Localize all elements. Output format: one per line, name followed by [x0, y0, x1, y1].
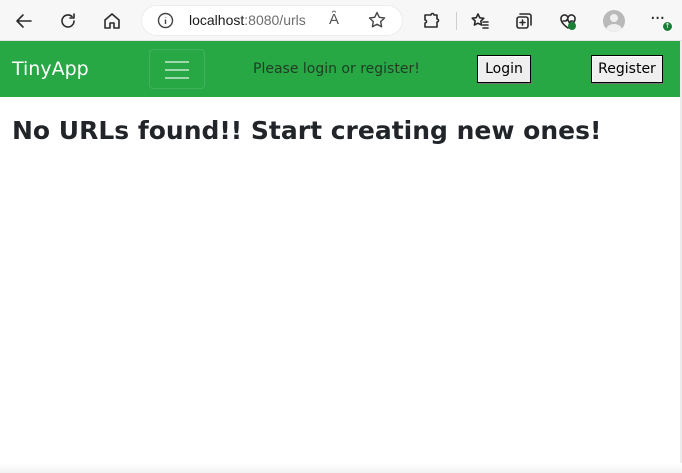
refresh-icon[interactable] [53, 6, 83, 36]
url-text: localhost:8080/urls [189, 12, 306, 28]
favorite-star-icon[interactable] [367, 10, 387, 30]
collections-icon[interactable] [509, 6, 539, 36]
extensions-puzzle-icon[interactable] [416, 6, 446, 36]
site-info-icon[interactable] [157, 12, 174, 29]
register-button[interactable]: Register [591, 55, 663, 83]
brand-link[interactable]: TinyApp [12, 58, 89, 80]
empty-urls-message: No URLs found!! Start creating new ones! [12, 116, 602, 145]
update-badge-icon: ↑ [662, 21, 673, 32]
read-aloud-icon[interactable]: Ȃ [329, 11, 339, 28]
app-navbar: TinyApp Please login or register! Login … [0, 41, 680, 97]
window-bottom-shade [0, 463, 682, 473]
browser-toolbar: localhost:8080/urls Ȃ ··· ↑ [0, 0, 682, 41]
login-button[interactable]: Login [477, 55, 531, 83]
back-arrow-icon[interactable] [9, 6, 39, 36]
navbar-toggler-button[interactable] [149, 49, 205, 89]
home-icon[interactable] [97, 6, 127, 36]
favorites-icon[interactable] [465, 6, 495, 36]
status-dot [568, 22, 576, 30]
address-bar[interactable]: localhost:8080/urls Ȃ [141, 5, 403, 36]
profile-avatar-icon[interactable] [603, 10, 625, 32]
browser-essentials-heart-icon[interactable] [553, 6, 583, 36]
toolbar-separator [456, 12, 457, 30]
login-prompt-text: Please login or register! [253, 61, 420, 77]
hamburger-icon [165, 61, 189, 63]
